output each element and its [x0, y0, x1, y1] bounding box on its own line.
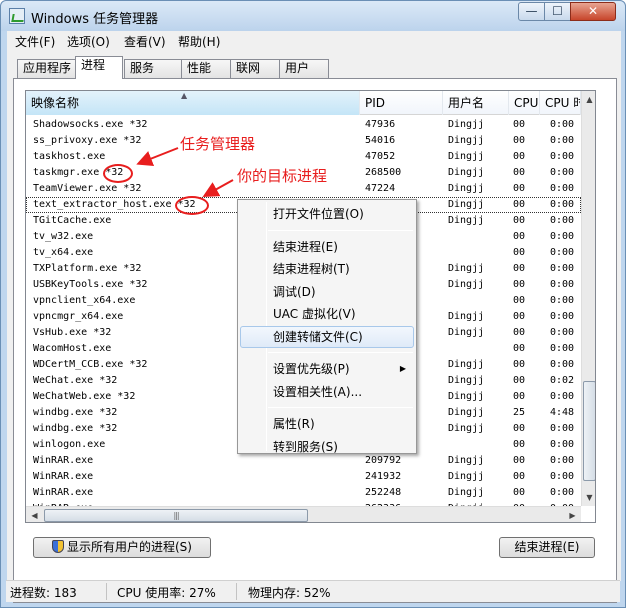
annotation-circle-taskmgr: [103, 164, 133, 183]
annotation-circle-target: [175, 196, 209, 215]
annotation-arrows: [136, 147, 234, 197]
arrow-to-target: [202, 179, 234, 197]
annotation-task-manager: 任务管理器: [180, 135, 256, 153]
arrow-to-taskmgr: [136, 147, 179, 167]
annotation-target-process: 你的目标进程: [237, 167, 328, 185]
